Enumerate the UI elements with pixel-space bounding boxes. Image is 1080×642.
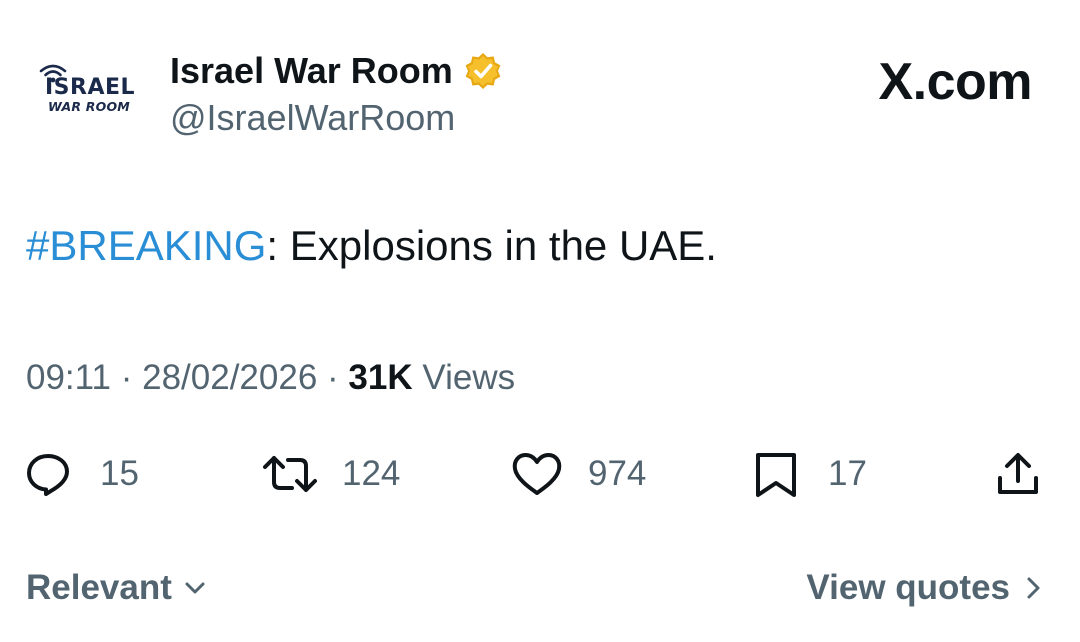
bookmark-button[interactable]: 17 bbox=[752, 444, 867, 504]
reply-button[interactable]: 15 bbox=[24, 444, 139, 504]
share-icon bbox=[998, 453, 1038, 494]
bookmark-count: 17 bbox=[828, 454, 867, 493]
hashtag-link[interactable]: #BREAKING bbox=[26, 222, 266, 269]
view-quotes-label: View quotes bbox=[806, 568, 1010, 607]
repost-icon bbox=[263, 456, 317, 492]
tweet-meta: 09:11 · 28/02/2026 · 31K Views bbox=[26, 358, 515, 398]
repost-button[interactable]: 124 bbox=[262, 444, 400, 504]
chevron-down-icon bbox=[185, 582, 205, 594]
brand-label: X.com bbox=[878, 53, 1032, 111]
chevron-right-icon bbox=[1027, 577, 1040, 599]
tweet-header: ISRAEL WAR ROOM Israel War Room @IsraelW… bbox=[0, 0, 1080, 160]
bookmark-icon bbox=[756, 453, 796, 497]
action-bar: 15 124 974 17 bbox=[0, 444, 1080, 504]
tweet-time[interactable]: 09:11 bbox=[26, 358, 111, 397]
tweet-date[interactable]: 28/02/2026 bbox=[142, 358, 317, 397]
reply-count: 15 bbox=[100, 454, 139, 493]
meta-separator: · bbox=[120, 358, 133, 397]
share-button[interactable] bbox=[994, 444, 1042, 504]
account-avatar-logo[interactable]: ISRAEL WAR ROOM bbox=[36, 62, 140, 122]
repost-count: 124 bbox=[342, 454, 401, 493]
views-label: Views bbox=[422, 358, 516, 397]
tweet-body-text: : Explosions in the UAE. bbox=[266, 222, 717, 269]
logo-text-line2: WAR ROOM bbox=[48, 99, 130, 114]
views-count: 31K bbox=[348, 358, 413, 397]
view-quotes-link[interactable]: View quotes bbox=[806, 560, 1046, 616]
reply-icon bbox=[27, 454, 69, 496]
logo-text-line1: ISRAEL bbox=[45, 75, 136, 100]
replies-toolbar: Relevant View quotes bbox=[0, 560, 1080, 616]
sort-replies-dropdown[interactable]: Relevant bbox=[26, 560, 208, 616]
sort-label: Relevant bbox=[26, 568, 172, 607]
tweet-text: #BREAKING: Explosions in the UAE. bbox=[26, 222, 717, 270]
account-handle[interactable]: @IsraelWarRoom bbox=[170, 97, 455, 139]
meta-separator: · bbox=[327, 358, 339, 397]
like-count: 974 bbox=[588, 454, 647, 493]
display-name-row: Israel War Room bbox=[170, 46, 503, 96]
like-button[interactable]: 974 bbox=[510, 444, 646, 504]
like-icon bbox=[512, 453, 562, 495]
display-name[interactable]: Israel War Room bbox=[170, 50, 453, 92]
verified-badge-icon[interactable] bbox=[463, 51, 503, 91]
